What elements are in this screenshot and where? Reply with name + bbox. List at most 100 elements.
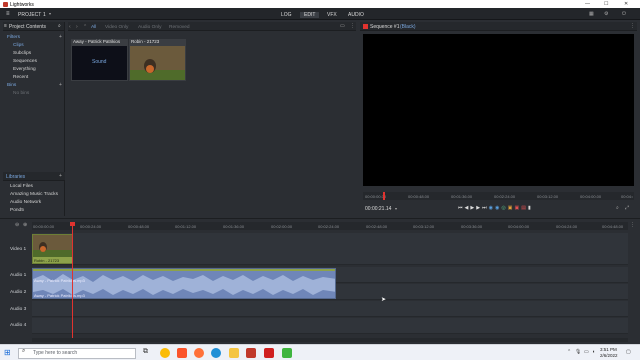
filter-tab-video-only[interactable]: Video Only — [105, 25, 128, 30]
video-lane[interactable] — [32, 233, 628, 265]
filter-clips[interactable]: Clips — [13, 43, 24, 48]
library-local-files[interactable]: Local Files — [10, 184, 33, 189]
insert-icon[interactable]: ▣ — [508, 205, 513, 211]
timeline-playhead[interactable] — [72, 222, 73, 339]
library-audio-network[interactable]: Audio Network — [10, 200, 41, 205]
task-view-icon[interactable]: ⧉ — [143, 348, 148, 356]
back-icon[interactable]: ‹ — [69, 24, 71, 30]
filter-recent[interactable]: Recent — [13, 75, 28, 80]
go-to-start-icon[interactable]: ⏮ — [458, 205, 463, 211]
microphone-icon[interactable]: 🎙 — [575, 349, 581, 355]
track-label-audio-4[interactable]: Audio 4 — [10, 323, 26, 328]
start-icon[interactable]: ⊞ — [4, 348, 11, 357]
go-to-end-icon[interactable]: ⏭ — [482, 205, 487, 211]
filter-sequences[interactable]: Sequences — [13, 59, 37, 64]
video-screen[interactable] — [363, 34, 634, 186]
mark-out-icon[interactable]: ◉ — [495, 205, 499, 211]
more-icon[interactable]: ⋮ — [630, 222, 635, 228]
clip-label: Away - Patrick Patrikios.mp3 — [34, 278, 85, 283]
minimize-icon[interactable]: — — [585, 1, 590, 7]
libraries-label[interactable]: Libraries — [6, 174, 25, 180]
play-icon[interactable]: ▶ — [470, 205, 474, 211]
track-label-audio-1[interactable]: Audio 1 — [10, 273, 26, 278]
chevron-down-icon[interactable]: ▾ — [49, 11, 51, 16]
add-bin-icon[interactable]: + — [59, 82, 62, 88]
forward-icon[interactable]: › — [76, 24, 78, 30]
menu-icon[interactable]: ≡ — [4, 23, 7, 29]
add-library-icon[interactable]: + — [59, 173, 62, 179]
search-icon[interactable]: ⌕ — [58, 23, 61, 29]
zoom-out-icon[interactable]: ⊖ — [15, 222, 19, 228]
notification-icon[interactable]: ▢ — [626, 349, 631, 355]
tab-edit[interactable]: EDIT — [300, 11, 320, 18]
brave-icon[interactable] — [177, 348, 187, 358]
volume-icon[interactable]: ◖ — [592, 349, 595, 355]
zoom-in-icon[interactable]: ⊕ — [23, 222, 27, 228]
settings-icon[interactable]: ⚙ — [604, 11, 608, 17]
menu-icon[interactable]: ≡ — [6, 11, 10, 17]
view-mode-icon[interactable]: ▭ — [340, 23, 345, 29]
add-filter-icon[interactable]: + — [59, 34, 62, 40]
ruler-tick: 00:00:24.00 — [80, 224, 102, 229]
window-title: Lightworks — [10, 1, 34, 8]
expand-icon[interactable]: ⤢ — [625, 205, 629, 211]
tab-audio[interactable]: AUDIO — [348, 12, 364, 18]
filters-label[interactable]: Filters — [7, 35, 20, 40]
chevron-down-icon[interactable]: ▾ — [395, 206, 397, 211]
filter-tab-removed[interactable]: Removed — [169, 25, 190, 30]
bins-label[interactable]: Bins — [7, 83, 16, 88]
playhead-handle[interactable] — [70, 222, 75, 226]
zoom-icon[interactable]: ⌕ — [616, 205, 619, 211]
close-icon[interactable]: ✕ — [624, 1, 628, 7]
clock-date[interactable]: 2/6/2022 — [600, 353, 618, 358]
video-clip[interactable]: Robin - 21723 — [32, 234, 73, 264]
project-number[interactable]: 1 — [43, 12, 46, 18]
maximize-icon[interactable]: ☐ — [604, 1, 608, 7]
edge-icon[interactable] — [211, 348, 221, 358]
network-icon[interactable]: ▭ — [584, 349, 589, 355]
tab-vfx[interactable]: VFX — [327, 12, 337, 18]
overwrite-icon[interactable]: ▣ — [514, 205, 519, 211]
up-icon[interactable]: ⌃ — [83, 24, 87, 30]
more-icon[interactable]: ⋮ — [630, 23, 635, 29]
firefox-icon[interactable] — [194, 348, 204, 358]
clear-marks-icon[interactable]: ◎ — [501, 205, 505, 211]
audio-lane[interactable] — [32, 318, 628, 334]
chrome-icon[interactable] — [160, 348, 170, 358]
audio-clip[interactable]: Away - Patrick Patrikios.mp3 Away - Patr… — [32, 268, 336, 299]
filter-tab-all[interactable]: All — [91, 25, 96, 30]
step-back-icon[interactable]: ◀ — [465, 205, 469, 211]
filter-subclips[interactable]: Subclips — [13, 51, 31, 56]
ruler-tick: 00:04:00.00 — [580, 194, 602, 199]
audio-meter-icon[interactable]: ▮ — [528, 205, 531, 211]
filter-everything[interactable]: Everything — [13, 67, 36, 72]
tray-chevron-icon[interactable]: ⌃ — [567, 349, 571, 355]
viewer-panel: Sequence #1 (Black) ⋮ 00:00:00.00 00:00:… — [360, 22, 637, 216]
library-pond5[interactable]: Pond5 — [10, 208, 24, 213]
layout-icon[interactable]: ▦ — [589, 11, 594, 17]
audio-lane[interactable] — [32, 301, 628, 317]
track-label-audio-2[interactable]: Audio 2 — [10, 290, 26, 295]
file-explorer-icon[interactable] — [229, 348, 239, 358]
filter-tab-audio-only[interactable]: Audio Only — [138, 25, 161, 30]
clock-time[interactable]: 3:51 PM — [600, 347, 617, 352]
app-icon[interactable] — [246, 348, 256, 358]
search-input[interactable]: Type here to search — [18, 347, 136, 359]
step-forward-icon[interactable]: ▶ — [476, 205, 480, 211]
library-amazing-music[interactable]: Amazing Music Tracks — [10, 192, 58, 197]
viewer-playhead[interactable] — [383, 192, 385, 200]
mark-in-icon[interactable]: ◉ — [489, 205, 493, 211]
project-label[interactable]: PROJECT — [18, 12, 41, 18]
timecode-display[interactable]: 00:00:21.14 — [365, 206, 391, 212]
more-icon[interactable]: ⋮ — [350, 23, 355, 29]
timeline-ruler[interactable]: 00:00:00.00 00:00:24.00 00:00:48.00 00:0… — [32, 222, 628, 230]
track-label-audio-3[interactable]: Audio 3 — [10, 307, 26, 312]
viewer-ruler[interactable]: 00:00:00.00 00:00:48.00 00:01:36.00 00:0… — [363, 192, 634, 200]
tab-log[interactable]: LOG — [281, 12, 292, 18]
exit-icon[interactable]: ⏻ — [622, 11, 626, 17]
app-icon[interactable] — [282, 348, 292, 358]
delete-icon[interactable]: ▤ — [521, 205, 526, 211]
timeline-scrollbar[interactable] — [32, 338, 628, 342]
app-icon[interactable] — [264, 348, 274, 358]
track-label-video-1[interactable]: Video 1 — [10, 247, 26, 252]
